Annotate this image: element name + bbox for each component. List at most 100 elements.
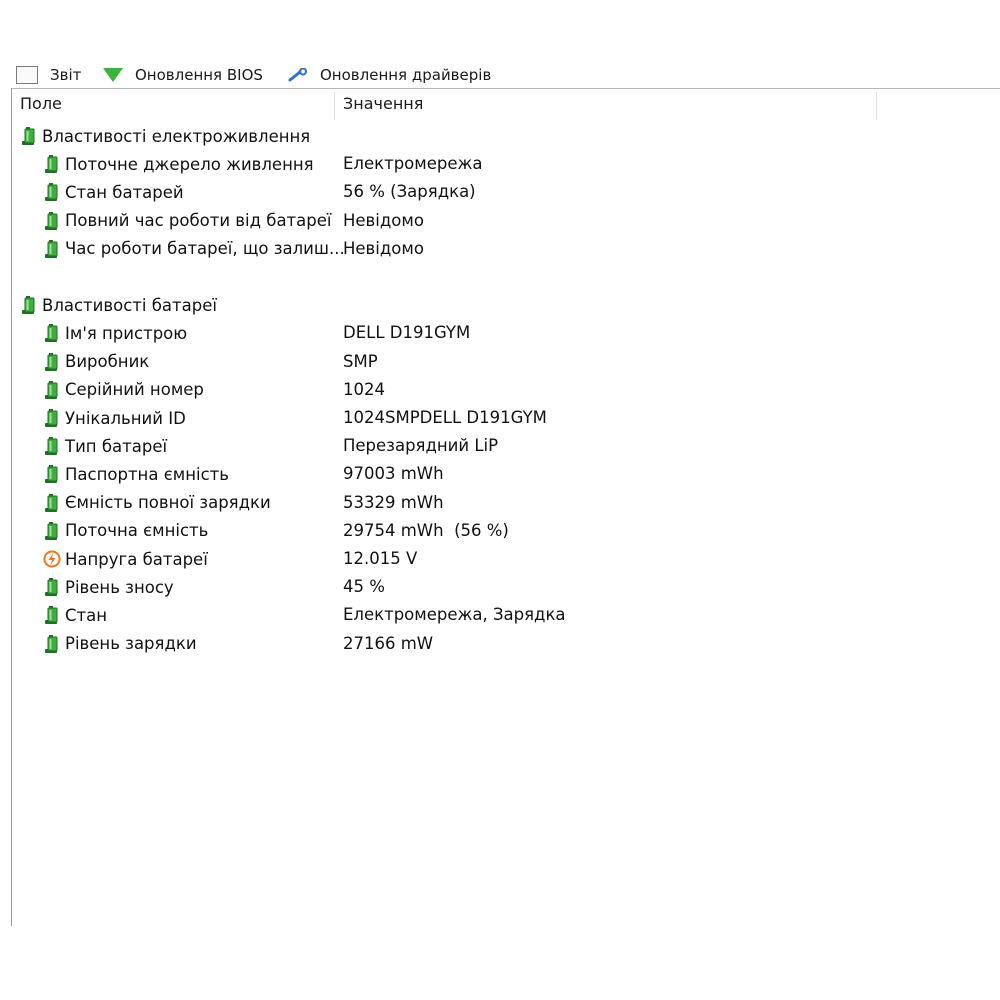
value-cell: 56 % (Зарядка)	[343, 182, 476, 202]
table-row[interactable]: Серійний номер 1024	[12, 376, 1000, 404]
value-cell: 1024	[343, 379, 385, 399]
field-label: Рівень зносу	[65, 577, 174, 597]
field-cell: Ємність повної зарядки	[43, 489, 271, 517]
field-cell: Паспортна ємність	[43, 460, 229, 488]
table-row[interactable]: Виробник SMP	[12, 348, 1000, 376]
report-label: Звіт	[50, 66, 82, 84]
field-label: Паспортна ємність	[65, 464, 229, 484]
battery-icon	[45, 606, 58, 625]
value-cell: Невідомо	[343, 238, 424, 258]
battery-icon	[45, 409, 58, 427]
battery-icon	[45, 183, 58, 202]
driver-update-button[interactable]: Оновлення драйверів	[288, 64, 491, 86]
column-value[interactable]: Значення	[343, 89, 423, 119]
value-cell: 53329 mWh	[343, 492, 444, 512]
value-cell: Перезарядний LiP	[343, 436, 499, 456]
field-cell: Серійний номер	[43, 376, 204, 404]
bios-update-label: Оновлення BIOS	[135, 66, 263, 84]
value-cell: 1024SMPDELL D191GYM	[343, 408, 547, 427]
wrench-icon	[288, 68, 307, 82]
field-label: Рівень зарядки	[65, 634, 197, 654]
group-title: Властивості електроживлення	[20, 122, 310, 150]
field-cell: Час роботи батареї, що залиш...	[43, 235, 345, 263]
field-cell: Тип батареї	[43, 432, 167, 460]
table-row[interactable]: Ім'я пристрою DELL D191GYM	[12, 319, 1000, 347]
battery-icon	[45, 465, 58, 484]
voltage-icon	[43, 550, 61, 568]
value-cell: SMP	[343, 351, 378, 371]
value-cell: Електромережа, Зарядка	[343, 605, 566, 625]
table-row[interactable]: Поточне джерело живлення Електромережа	[12, 150, 1000, 178]
column-divider[interactable]	[334, 92, 335, 120]
field-label: Поточна ємність	[65, 521, 209, 541]
battery-icon	[45, 634, 58, 653]
field-cell: Напруга батареї	[43, 545, 208, 573]
field-cell: Ім'я пристрою	[43, 319, 187, 347]
toolbar: Звіт Оновлення BIOS Оновлення драйверів	[0, 58, 1000, 86]
table-row[interactable]: Поточна ємність 29754 mWh (56 %)	[12, 517, 1000, 545]
battery-icon	[45, 437, 58, 456]
check-icon	[103, 68, 123, 82]
group-label: Властивості електроживлення	[42, 126, 311, 146]
table-row[interactable]: Повний час роботи від батареї Невідомо	[12, 207, 1000, 235]
table-row[interactable]: Рівень зносу 45 %	[12, 573, 1000, 601]
report-button[interactable]: Звіт	[16, 64, 81, 86]
battery-icon	[45, 324, 58, 343]
field-cell: Стан батарей	[43, 178, 184, 206]
value-cell: 27166 mW	[343, 633, 434, 653]
value-cell: Електромережа	[343, 154, 483, 174]
battery-icon	[45, 211, 58, 230]
battery-icon	[45, 493, 58, 512]
group-row[interactable]: Властивості електроживлення	[12, 122, 1000, 150]
field-label: Серійний номер	[65, 380, 204, 400]
group-label: Властивості батареї	[42, 295, 217, 315]
field-label: Стан батарей	[65, 182, 184, 202]
table-row[interactable]: Унікальний ID 1024SMPDELL D191GYM	[12, 404, 1000, 432]
report-icon	[16, 66, 38, 84]
field-label: Стан	[65, 605, 108, 625]
value-cell: 45 %	[343, 577, 385, 597]
field-label: Повний час роботи від батареї	[65, 211, 332, 231]
column-header: Поле Значення	[12, 89, 1000, 120]
bios-update-button[interactable]: Оновлення BIOS	[103, 64, 263, 86]
field-cell: Рівень зарядки	[43, 630, 197, 658]
field-cell: Поточна ємність	[43, 517, 208, 545]
table-row[interactable]: Тип батареї Перезарядний LiP	[12, 432, 1000, 460]
field-cell: Виробник	[43, 348, 149, 376]
table-row[interactable]: Паспортна ємність 97003 mWh	[12, 460, 1000, 488]
value-cell: Невідомо	[343, 210, 424, 230]
table-row[interactable]: Рівень зарядки 27166 mW	[12, 630, 1000, 658]
value-cell: 12.015 V	[343, 549, 418, 568]
group-title: Властивості батареї	[20, 291, 217, 319]
table-row[interactable]: Ємність повної зарядки 53329 mWh	[12, 489, 1000, 517]
battery-icon	[45, 155, 58, 174]
battery-icon	[45, 380, 58, 399]
field-cell: Унікальний ID	[43, 404, 186, 432]
table-row[interactable]: Час роботи батареї, що залиш... Невідомо	[12, 235, 1000, 263]
table-row[interactable]: Стан Електромережа, Зарядка	[12, 601, 1000, 629]
field-cell: Поточне джерело живлення	[43, 150, 314, 178]
value-cell: 29754 mWh (56 %)	[343, 520, 509, 540]
field-label: Виробник	[65, 352, 150, 372]
field-label: Ємність повної зарядки	[65, 493, 271, 513]
field-label: Напруга батареї	[65, 549, 208, 569]
battery-icon	[45, 239, 58, 258]
value-cell: 97003 mWh	[343, 464, 444, 484]
field-label: Ім'я пристрою	[65, 323, 188, 343]
field-cell: Повний час роботи від батареї	[43, 207, 331, 235]
field-label: Тип батареї	[65, 436, 168, 456]
battery-icon	[22, 127, 35, 145]
column-field[interactable]: Поле	[20, 89, 62, 119]
field-label: Поточне джерело живлення	[65, 154, 314, 174]
field-cell: Стан	[43, 601, 107, 629]
field-label: Час роботи батареї, що залиш...	[65, 239, 345, 259]
table-row[interactable]: Напруга батареї 12.015 V	[12, 545, 1000, 573]
value-cell: DELL D191GYM	[343, 323, 471, 343]
field-label: Унікальний ID	[65, 408, 186, 428]
group-row[interactable]: Властивості батареї	[12, 291, 1000, 319]
battery-icon	[45, 521, 58, 540]
table-row[interactable]: Стан батарей 56 % (Зарядка)	[12, 178, 1000, 206]
field-cell: Рівень зносу	[43, 573, 174, 601]
battery-icon	[45, 352, 58, 371]
column-divider[interactable]	[876, 92, 877, 120]
